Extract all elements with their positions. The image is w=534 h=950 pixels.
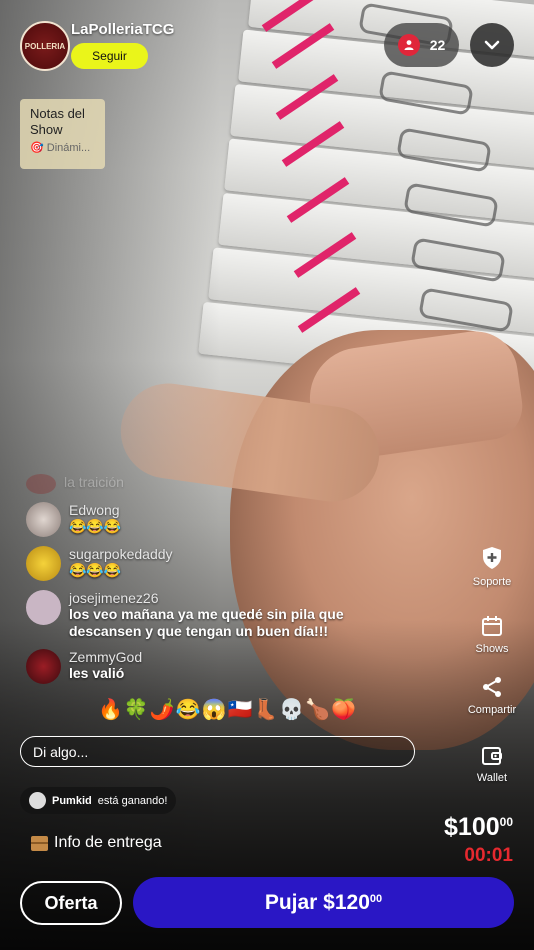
- winner-avatar: [29, 792, 46, 809]
- chat-text: les valió: [69, 665, 125, 681]
- calendar-icon: [482, 616, 502, 636]
- chat-message: sugarpokedaddy 😂😂😂: [26, 546, 173, 581]
- package-icon: [31, 835, 48, 851]
- chat-username: la traición: [64, 474, 124, 490]
- winner-status: está ganando!: [97, 794, 168, 807]
- user-icon: [397, 34, 420, 56]
- shield-plus-icon: [483, 547, 501, 569]
- chat-text: 😂😂😂: [69, 518, 122, 534]
- wallet-icon: [482, 747, 502, 765]
- price-cents: 00: [499, 815, 513, 829]
- viewer-count: 22: [429, 37, 446, 53]
- collapse-button[interactable]: [470, 23, 514, 67]
- share-label: Compartir: [467, 704, 517, 716]
- chat-avatar: [26, 502, 61, 537]
- price-amount: $100: [444, 813, 500, 841]
- chat-message: la traición: [26, 474, 124, 494]
- reaction-bar[interactable]: 🔥🍀🌶️😂😱🇨🇱👢💀🍗🍑: [98, 697, 357, 722]
- streamer-avatar[interactable]: POLLERIA: [20, 21, 70, 71]
- share-button[interactable]: Compartir: [457, 676, 527, 716]
- chat-avatar: [26, 590, 61, 625]
- show-notes-card[interactable]: Notas del Show 🎯 Dinámi...: [20, 99, 105, 169]
- share-icon: [483, 677, 501, 697]
- auction-timer: 00:01: [464, 845, 513, 866]
- support-button[interactable]: Soporte: [457, 546, 527, 588]
- chat-username: josejimenez26: [69, 590, 159, 606]
- show-notes-title: Notas del Show: [30, 106, 85, 137]
- streamer-username[interactable]: LaPolleriaTCG: [71, 21, 174, 38]
- chat-text: 😂😂😂: [69, 562, 122, 578]
- shows-button[interactable]: Shows: [457, 615, 527, 655]
- bid-amount: Pujar $120: [264, 890, 370, 914]
- chat-avatar: [26, 474, 56, 494]
- offer-button[interactable]: Oferta: [20, 881, 122, 925]
- chat-input[interactable]: [20, 736, 415, 767]
- chat-username: ZemmyGod: [69, 649, 143, 665]
- delivery-info-label: Info de entrega: [54, 834, 162, 851]
- delivery-info-button[interactable]: Info de entrega: [31, 834, 162, 852]
- support-label: Soporte: [472, 576, 512, 588]
- wallet-button[interactable]: Wallet: [457, 746, 527, 784]
- avatar-logo-text: POLLERIA: [24, 41, 66, 51]
- chat-username: sugarpokedaddy: [69, 546, 173, 562]
- follow-button[interactable]: Seguir: [71, 43, 148, 69]
- bid-cents: 00: [369, 892, 383, 905]
- show-notes-subtitle: 🎯 Dinámi...: [30, 142, 91, 154]
- chat-avatar: [26, 546, 61, 581]
- winner-name: Pumkid: [52, 794, 92, 807]
- chat-message: josejimenez26 los veo mañana ya me quedé…: [26, 590, 369, 640]
- chat-avatar: [26, 649, 61, 684]
- wallet-label: Wallet: [476, 772, 508, 784]
- chevron-down-icon: [484, 40, 500, 50]
- chat-username: Edwong: [69, 502, 120, 518]
- chat-message: ZemmyGod les valió: [26, 649, 142, 684]
- current-price: $10000: [444, 813, 513, 842]
- chat-text: los veo mañana ya me quedé sin pila que …: [69, 606, 344, 639]
- bid-button[interactable]: Pujar $12000: [133, 877, 514, 928]
- winning-bidder-badge: Pumkid está ganando!: [20, 787, 177, 814]
- shows-label: Shows: [475, 643, 509, 655]
- viewer-count-badge[interactable]: 22: [384, 23, 459, 67]
- chat-message: Edwong 😂😂😂: [26, 502, 121, 537]
